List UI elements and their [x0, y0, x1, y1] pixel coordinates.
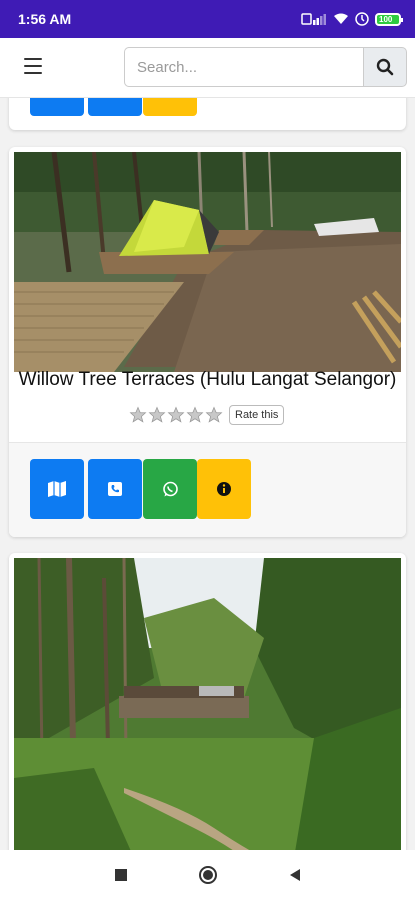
whatsapp-icon: [162, 481, 178, 496]
listing-card-previous: [9, 98, 406, 130]
hamburger-icon[interactable]: [24, 58, 42, 74]
search-form: [124, 47, 407, 87]
back-icon[interactable]: [288, 868, 302, 882]
top-navbar: [0, 38, 415, 98]
listing-title[interactable]: Willow Tree Terraces (Hulu Langat Selang…: [9, 369, 406, 391]
alarm-icon: [355, 12, 369, 26]
map-button[interactable]: [30, 459, 84, 519]
map-button[interactable]: [30, 98, 84, 116]
wifi-icon: [334, 13, 348, 24]
listing-card: Willow Tree Terraces (Hulu Langat Selang…: [9, 147, 406, 537]
listing-feed[interactable]: Willow Tree Terraces (Hulu Langat Selang…: [0, 98, 415, 850]
status-time: 1:56 AM: [18, 11, 72, 27]
whatsapp-button[interactable]: [143, 459, 197, 519]
star-icon[interactable]: [167, 406, 185, 424]
search-input[interactable]: [124, 47, 363, 87]
battery-level: 100: [379, 14, 393, 24]
info-icon: [217, 482, 231, 496]
campsite-image: [14, 152, 401, 372]
star-icon[interactable]: [148, 406, 166, 424]
battery-icon: 100: [375, 12, 403, 26]
home-icon[interactable]: [198, 865, 218, 885]
star-icon[interactable]: [205, 406, 223, 424]
phone-button[interactable]: [88, 459, 142, 519]
info-button[interactable]: [197, 459, 251, 519]
star-rating[interactable]: [129, 406, 223, 424]
action-buttons: [9, 442, 406, 537]
recents-icon[interactable]: [114, 868, 128, 882]
star-icon[interactable]: [129, 406, 147, 424]
listing-photo[interactable]: [14, 558, 401, 850]
info-button[interactable]: [143, 98, 197, 116]
sim-icon: [301, 13, 326, 25]
search-icon: [376, 58, 394, 76]
rate-this-tooltip[interactable]: Rate this: [229, 405, 285, 425]
status-bar: 1:56 AM 100: [0, 0, 415, 38]
listing-photo[interactable]: [14, 152, 401, 372]
listing-card-next: [9, 553, 406, 850]
status-icons: 100: [301, 12, 403, 26]
search-button[interactable]: [363, 47, 407, 87]
phone-button[interactable]: [88, 98, 142, 116]
map-icon: [48, 481, 66, 497]
system-nav-bar: [0, 850, 415, 900]
forest-image: [14, 558, 401, 850]
phone-icon: [108, 482, 122, 496]
star-icon[interactable]: [186, 406, 204, 424]
